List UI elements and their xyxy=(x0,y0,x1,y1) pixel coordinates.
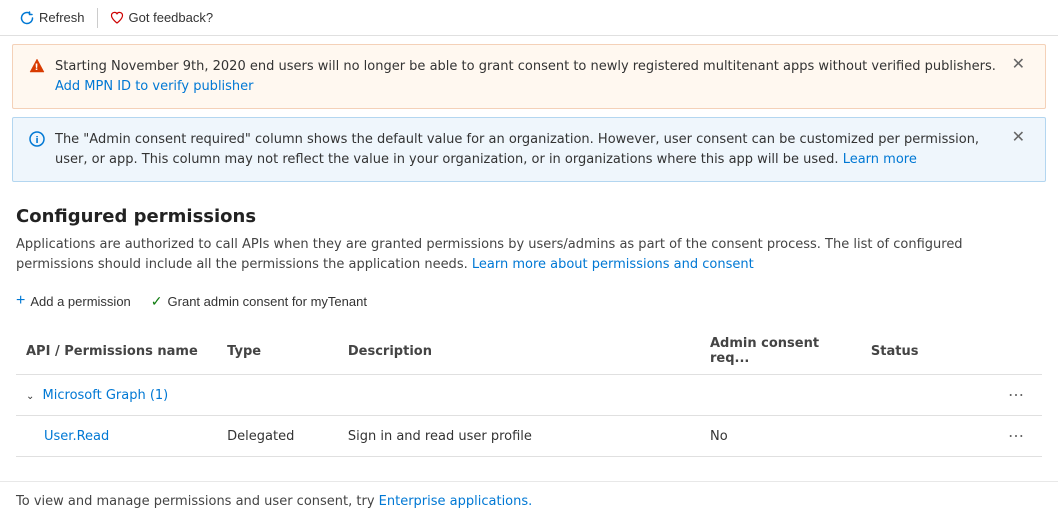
grant-consent-button[interactable]: ✓ Grant admin consent for myTenant xyxy=(151,289,367,314)
permission-admin-consent: No xyxy=(700,416,861,457)
feedback-button[interactable]: Got feedback? xyxy=(102,6,222,29)
group-api-name: ⌄ Microsoft Graph (1) xyxy=(16,375,217,416)
table-row: ⌄ Microsoft Graph (1) ⋯ xyxy=(16,375,1042,416)
main-content: Configured permissions Applications are … xyxy=(0,190,1058,473)
heart-icon xyxy=(110,11,124,25)
col-header-status: Status xyxy=(861,328,982,375)
info-banner-content: The "Admin consent required" column show… xyxy=(55,130,1008,169)
group-ellipsis-button[interactable]: ⋯ xyxy=(1002,383,1032,407)
refresh-button[interactable]: Refresh xyxy=(12,6,93,29)
group-actions: ⋯ xyxy=(982,375,1042,416)
warning-icon: ! xyxy=(29,58,45,78)
add-permission-button[interactable]: + Add a permission xyxy=(16,288,131,314)
add-permission-label: Add a permission xyxy=(30,294,130,309)
toolbar: Refresh Got feedback? xyxy=(0,0,1058,36)
table-body: ⌄ Microsoft Graph (1) ⋯ User.Read Delega… xyxy=(16,375,1042,457)
table-header: API / Permissions name Type Description … xyxy=(16,328,1042,375)
info-banner-close[interactable]: ✕ xyxy=(1008,130,1029,146)
col-header-api: API / Permissions name xyxy=(16,328,217,375)
permission-name: User.Read xyxy=(16,416,217,457)
chevron-down-icon: ⌄ xyxy=(26,391,34,402)
permissions-table: API / Permissions name Type Description … xyxy=(16,328,1042,457)
refresh-label: Refresh xyxy=(39,10,85,25)
table-row: User.Read Delegated Sign in and read use… xyxy=(16,416,1042,457)
warning-text: Starting November 9th, 2020 end users wi… xyxy=(55,59,996,74)
col-header-admin-consent: Admin consent req... xyxy=(700,328,861,375)
svg-text:!: ! xyxy=(34,63,38,73)
info-text: The "Admin consent required" column show… xyxy=(55,132,979,167)
svg-text:i: i xyxy=(35,136,38,146)
warning-banner-close[interactable]: ✕ xyxy=(1008,57,1029,73)
group-status xyxy=(861,375,982,416)
col-header-actions xyxy=(982,328,1042,375)
warning-banner: ! Starting November 9th, 2020 end users … xyxy=(12,44,1046,109)
section-description: Applications are authorized to call APIs… xyxy=(16,235,1042,274)
section-title: Configured permissions xyxy=(16,206,1042,227)
check-icon: ✓ xyxy=(151,293,163,310)
group-admin-consent xyxy=(700,375,861,416)
microsoft-graph-link[interactable]: Microsoft Graph (1) xyxy=(43,388,169,403)
permission-status xyxy=(861,416,982,457)
permission-ellipsis-button[interactable]: ⋯ xyxy=(1002,424,1032,448)
footer: To view and manage permissions and user … xyxy=(0,481,1058,521)
action-bar: + Add a permission ✓ Grant admin consent… xyxy=(16,288,1042,314)
feedback-label: Got feedback? xyxy=(129,10,214,25)
learn-more-permissions-link[interactable]: Learn more about permissions and consent xyxy=(472,257,754,272)
grant-consent-label: Grant admin consent for myTenant xyxy=(168,294,367,309)
permission-description: Sign in and read user profile xyxy=(338,416,700,457)
permission-actions: ⋯ xyxy=(982,416,1042,457)
permission-type: Delegated xyxy=(217,416,338,457)
col-header-description: Description xyxy=(338,328,700,375)
verify-publisher-link[interactable]: Add MPN ID to verify publisher xyxy=(55,79,254,94)
warning-banner-content: Starting November 9th, 2020 end users wi… xyxy=(55,57,1008,96)
refresh-icon xyxy=(20,11,34,25)
plus-icon: + xyxy=(16,292,25,310)
col-header-type: Type xyxy=(217,328,338,375)
info-banner: i The "Admin consent required" column sh… xyxy=(12,117,1046,182)
group-description xyxy=(338,375,700,416)
header-row: API / Permissions name Type Description … xyxy=(16,328,1042,375)
toolbar-divider xyxy=(97,8,98,28)
group-type xyxy=(217,375,338,416)
user-read-link[interactable]: User.Read xyxy=(44,429,109,444)
learn-more-link[interactable]: Learn more xyxy=(843,152,917,167)
info-icon: i xyxy=(29,131,45,151)
